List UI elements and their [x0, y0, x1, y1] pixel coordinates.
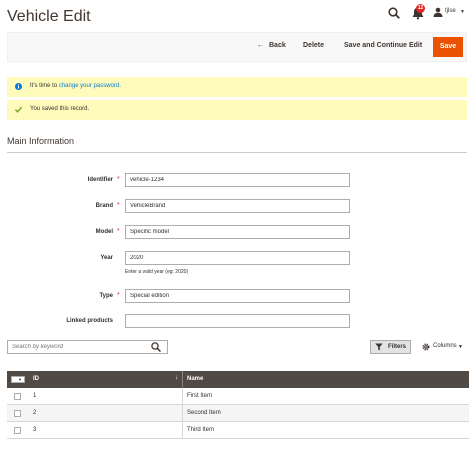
identifier-label: Identifier [87, 177, 113, 183]
column-divider [182, 388, 183, 405]
user-name[interactable]: tjlse [445, 8, 456, 14]
change-password-link[interactable]: change your password [59, 83, 119, 89]
column-header-id[interactable]: ID [33, 376, 39, 382]
page-title: Vehicle Edit [7, 8, 91, 25]
search-icon[interactable] [151, 342, 161, 352]
required-marker: * [117, 202, 120, 209]
filter-icon [375, 343, 383, 351]
column-divider [182, 371, 183, 388]
checkmark-icon [15, 106, 22, 113]
model-label: Model [95, 229, 113, 235]
row-checkbox[interactable] [14, 427, 21, 434]
saved-message-text: You saved this record. [30, 106, 90, 112]
row-checkbox[interactable] [14, 410, 21, 417]
section-divider [7, 152, 467, 153]
type-label: Type [99, 293, 113, 299]
chevron-down-icon[interactable]: ▼ [458, 344, 463, 350]
model-field[interactable] [125, 225, 350, 239]
row-name: Second Item [187, 410, 221, 416]
page-actions-bar: ← Back Delete Save and Continue Edit Save [7, 32, 467, 62]
password-message-prefix: It's time to [30, 83, 59, 89]
info-icon [15, 83, 22, 90]
brand-label: Brand [95, 203, 113, 209]
keyword-search-input[interactable] [7, 340, 168, 354]
chevron-down-icon[interactable]: ▼ [18, 377, 22, 382]
row-name: Third Item [187, 427, 215, 433]
row-id: 3 [33, 427, 37, 433]
linked-products-field[interactable] [125, 314, 350, 328]
required-marker: * [117, 176, 120, 183]
row-name: First Item [187, 393, 212, 399]
brand-field[interactable] [125, 199, 350, 213]
grid-header [7, 371, 469, 388]
row-id: 1 [33, 393, 37, 399]
back-button[interactable]: ← Back [257, 42, 286, 49]
section-title: Main Information [7, 136, 75, 146]
column-header-name[interactable]: Name [187, 376, 203, 382]
delete-button[interactable]: Delete [303, 42, 324, 49]
type-field[interactable] [125, 289, 350, 303]
back-button-label: Back [269, 42, 286, 49]
saved-message: You saved this record. [7, 100, 467, 120]
user-icon[interactable] [433, 7, 443, 17]
row-id: 2 [33, 410, 37, 416]
sort-arrow-icon[interactable]: ↓ [175, 375, 178, 381]
search-icon[interactable] [388, 7, 400, 19]
required-marker: * [117, 292, 120, 299]
table-row[interactable]: 3 Third Item [7, 422, 469, 439]
year-field[interactable] [125, 251, 350, 265]
required-marker: * [117, 228, 120, 235]
row-checkbox[interactable] [14, 393, 21, 400]
notification-count-badge: 12 [416, 4, 425, 13]
password-message: It's time to change your password. [7, 77, 467, 97]
arrow-left-icon: ← [257, 42, 264, 49]
chevron-down-icon[interactable]: ▼ [460, 9, 465, 15]
password-message-text: It's time to change your password. [30, 83, 121, 89]
table-row[interactable]: 1 First Item [7, 388, 469, 405]
save-button[interactable]: Save [433, 37, 463, 57]
save-and-continue-button[interactable]: Save and Continue Edit [344, 42, 422, 49]
column-divider [182, 405, 183, 422]
gear-icon[interactable] [422, 343, 430, 351]
identifier-field[interactable] [125, 173, 350, 187]
year-note: Enter a valid year (eg: 2020) [125, 269, 189, 275]
password-message-suffix: . [119, 83, 121, 89]
linked-products-label: Linked products [66, 318, 113, 324]
year-label: Year [100, 255, 113, 261]
columns-button[interactable]: Columns [433, 343, 457, 349]
column-divider [182, 422, 183, 439]
table-row[interactable]: 2 Second Item [7, 405, 469, 422]
